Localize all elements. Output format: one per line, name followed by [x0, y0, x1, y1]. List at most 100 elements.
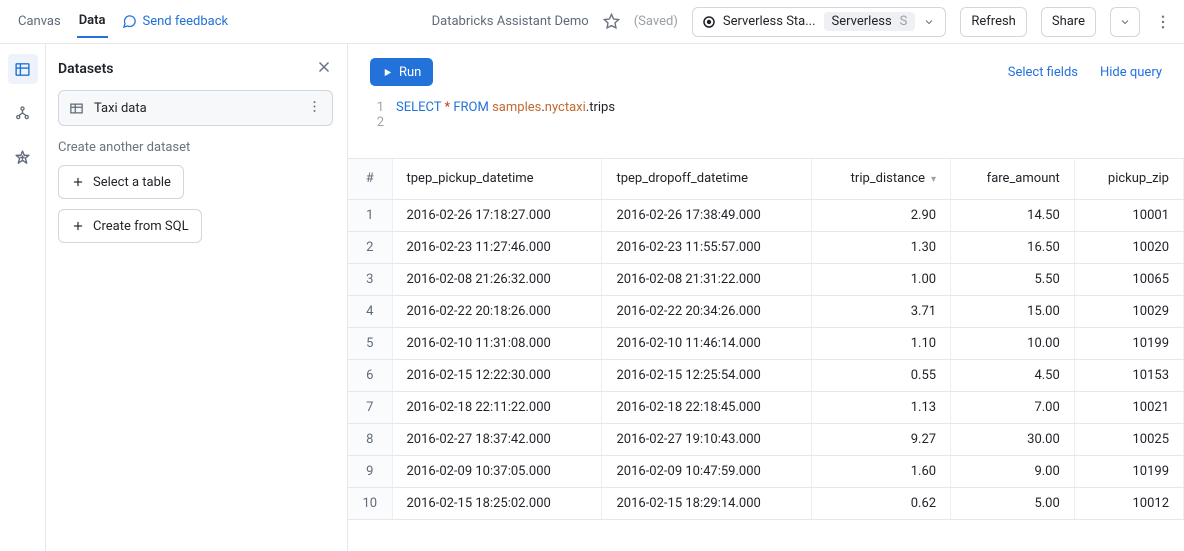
table-cell: 2016-02-10 11:31:08.000	[392, 327, 602, 359]
table-row[interactable]: 52016-02-10 11:31:08.0002016-02-10 11:46…	[348, 327, 1184, 359]
body: Datasets Taxi data Create another datase…	[0, 44, 1184, 551]
column-header[interactable]: pickup_zip	[1074, 159, 1183, 199]
run-button[interactable]: Run	[370, 58, 433, 86]
compute-selector[interactable]: Serverless Sta... Serverless S	[692, 7, 947, 37]
table-cell: 2016-02-15 18:29:14.000	[602, 487, 812, 519]
table-cell: 16.50	[951, 231, 1075, 263]
send-feedback-link[interactable]: Send feedback	[122, 14, 229, 29]
table-row[interactable]: 102016-02-15 18:25:02.0002016-02-15 18:2…	[348, 487, 1184, 519]
datasets-panel: Datasets Taxi data Create another datase…	[46, 44, 348, 551]
table-cell: 1	[348, 199, 392, 231]
hide-query-link[interactable]: Hide query	[1100, 65, 1162, 80]
compute-status-label: Serverless Sta...	[723, 14, 816, 29]
table-cell: 2016-02-08 21:31:22.000	[602, 263, 812, 295]
table-cell: 10	[348, 487, 392, 519]
left-rail	[0, 44, 46, 551]
column-header[interactable]: #	[348, 159, 392, 199]
table-header-row: #tpep_pickup_datetimetpep_dropoff_dateti…	[348, 159, 1184, 199]
table-cell: 1.60	[812, 455, 951, 487]
table-row[interactable]: 42016-02-22 20:18:26.0002016-02-22 20:34…	[348, 295, 1184, 327]
table-row[interactable]: 32016-02-08 21:26:32.0002016-02-08 21:31…	[348, 263, 1184, 295]
table-cell: 4	[348, 295, 392, 327]
column-header[interactable]: fare_amount	[951, 159, 1075, 199]
chevron-down-icon	[1119, 16, 1131, 28]
table-row[interactable]: 92016-02-09 10:37:05.0002016-02-09 10:47…	[348, 455, 1184, 487]
table-cell: 10199	[1074, 455, 1183, 487]
chat-icon	[122, 14, 137, 29]
column-header[interactable]: tpep_pickup_datetime	[392, 159, 602, 199]
rail-datasets-icon[interactable]	[8, 54, 38, 84]
table-cell: 3	[348, 263, 392, 295]
select-fields-link[interactable]: Select fields	[1008, 65, 1078, 80]
column-header[interactable]: tpep_dropoff_datetime	[602, 159, 812, 199]
rail-schema-icon[interactable]	[8, 98, 38, 128]
plus-icon	[71, 219, 85, 233]
dataset-item-label: Taxi data	[94, 101, 297, 116]
table-cell: 2016-02-23 11:55:57.000	[602, 231, 812, 263]
table-cell: 2016-02-26 17:18:27.000	[392, 199, 602, 231]
table-cell: 10020	[1074, 231, 1183, 263]
compute-badge: Serverless S	[824, 12, 916, 31]
table-cell: 5	[348, 327, 392, 359]
create-from-sql-button[interactable]: Create from SQL	[58, 209, 202, 243]
table-cell: 0.62	[812, 487, 951, 519]
overflow-menu-icon[interactable]	[1154, 13, 1172, 31]
table-row[interactable]: 62016-02-15 12:22:30.0002016-02-15 12:25…	[348, 359, 1184, 391]
table-row[interactable]: 12016-02-26 17:18:27.0002016-02-26 17:38…	[348, 199, 1184, 231]
close-panel-icon[interactable]	[315, 58, 333, 80]
table-cell: 30.00	[951, 423, 1075, 455]
table-cell: 2016-02-26 17:38:49.000	[602, 199, 812, 231]
table-cell: 9	[348, 455, 392, 487]
refresh-button[interactable]: Refresh	[960, 7, 1026, 37]
table-cell: 2016-02-22 20:18:26.000	[392, 295, 602, 327]
table-cell: 0.55	[812, 359, 951, 391]
table-cell: 10025	[1074, 423, 1183, 455]
results-table: #tpep_pickup_datetimetpep_dropoff_dateti…	[348, 159, 1184, 520]
table-cell: 2016-02-09 10:37:05.000	[392, 455, 602, 487]
table-cell: 2016-02-15 12:25:54.000	[602, 359, 812, 391]
table-row[interactable]: 82016-02-27 18:37:42.0002016-02-27 19:10…	[348, 423, 1184, 455]
rail-add-icon[interactable]	[8, 142, 38, 172]
table-cell: 9.00	[951, 455, 1075, 487]
table-cell: 2016-02-15 18:25:02.000	[392, 487, 602, 519]
table-cell: 2016-02-09 10:47:59.000	[602, 455, 812, 487]
table-cell: 2016-02-23 11:27:46.000	[392, 231, 602, 263]
table-row[interactable]: 72016-02-18 22:11:22.0002016-02-18 22:18…	[348, 391, 1184, 423]
table-cell: 2016-02-22 20:34:26.000	[602, 295, 812, 327]
table-cell: 1.00	[812, 263, 951, 295]
table-row[interactable]: 22016-02-23 11:27:46.0002016-02-23 11:55…	[348, 231, 1184, 263]
table-cell: 9.27	[812, 423, 951, 455]
table-cell: 2016-02-27 18:37:42.000	[392, 423, 602, 455]
share-button[interactable]: Share	[1041, 7, 1096, 37]
table-cell: 14.50	[951, 199, 1075, 231]
sort-icon: ▾	[931, 174, 936, 185]
play-icon	[382, 67, 393, 78]
sql-code-area[interactable]: 1SELECT * FROM samples.nyctaxi.trips 2	[370, 86, 1162, 158]
share-dropdown-button[interactable]	[1110, 7, 1140, 37]
table-cell: 8	[348, 423, 392, 455]
dataset-item-taxi[interactable]: Taxi data	[58, 90, 333, 126]
dataset-item-menu-icon[interactable]	[307, 99, 322, 118]
table-cell: 10021	[1074, 391, 1183, 423]
table-cell: 10012	[1074, 487, 1183, 519]
breadcrumb[interactable]: Databricks Assistant Demo	[432, 14, 589, 29]
column-header[interactable]: trip_distance▾	[812, 159, 951, 199]
chevron-down-icon	[923, 16, 935, 28]
table-cell: 1.10	[812, 327, 951, 359]
results-grid[interactable]: #tpep_pickup_datetimetpep_dropoff_dateti…	[348, 158, 1184, 551]
table-cell: 10029	[1074, 295, 1183, 327]
table-cell: 10153	[1074, 359, 1183, 391]
table-cell: 5.50	[951, 263, 1075, 295]
tab-data[interactable]: Data	[77, 5, 108, 38]
create-dataset-hint: Create another dataset	[58, 140, 333, 155]
select-table-button[interactable]: Select a table	[58, 165, 184, 199]
table-body: 12016-02-26 17:18:27.0002016-02-26 17:38…	[348, 199, 1184, 519]
tab-canvas[interactable]: Canvas	[16, 6, 63, 37]
table-cell: 1.30	[812, 231, 951, 263]
status-dot-icon	[703, 16, 715, 28]
table-cell: 2016-02-27 19:10:43.000	[602, 423, 812, 455]
select-table-label: Select a table	[93, 175, 171, 190]
table-cell: 2016-02-15 12:22:30.000	[392, 359, 602, 391]
table-cell: 4.50	[951, 359, 1075, 391]
favorite-star-icon[interactable]	[603, 13, 620, 30]
